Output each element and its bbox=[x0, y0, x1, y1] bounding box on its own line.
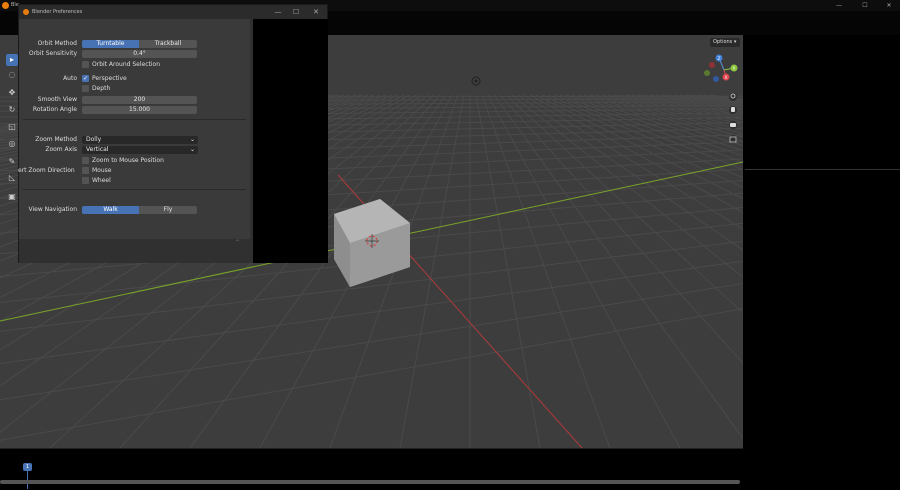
section-divider bbox=[23, 189, 246, 190]
auto-depth-checkbox[interactable] bbox=[82, 85, 89, 92]
auto-depth-label: Depth bbox=[92, 85, 111, 92]
preferences-empty-region bbox=[253, 19, 328, 263]
blender-logo-icon bbox=[23, 9, 29, 15]
invert-zoom-mouse-checkbox[interactable] bbox=[82, 167, 89, 174]
scale-icon[interactable]: ◱ bbox=[6, 121, 18, 133]
invert-zoom-direction-label: ert Zoom Direction bbox=[18, 167, 75, 174]
prefs-close-button[interactable]: ✕ bbox=[307, 7, 325, 17]
invert-zoom-wheel-checkbox[interactable] bbox=[82, 177, 89, 184]
orbit-around-selection-label: Orbit Around Selection bbox=[92, 61, 161, 68]
view-navigation-label: View Navigation bbox=[28, 206, 77, 213]
zoom-to-mouse-checkbox[interactable] bbox=[82, 157, 89, 164]
zoom-axis-value: Vertical bbox=[86, 146, 109, 153]
add-cube-icon[interactable]: ▣ bbox=[6, 191, 18, 203]
grid-icon[interactable] bbox=[729, 135, 737, 143]
prefs-maximize-button[interactable]: ☐ bbox=[287, 7, 305, 17]
orbit-around-selection-checkbox[interactable] bbox=[82, 61, 89, 68]
rotation-angle-label: Rotation Angle bbox=[32, 106, 77, 113]
maximize-button[interactable]: ☐ bbox=[852, 0, 878, 11]
smooth-view-label: Smooth View bbox=[37, 96, 77, 103]
zoom-method-dropdown[interactable]: Dolly ⌄ bbox=[82, 136, 198, 144]
rotation-angle-field[interactable]: 15.000 bbox=[82, 106, 197, 114]
orbit-method-label: Orbit Method bbox=[37, 40, 77, 47]
section-divider bbox=[23, 119, 246, 120]
chevron-up-icon[interactable]: ⌃ bbox=[235, 239, 240, 246]
auto-label: Auto bbox=[63, 75, 77, 82]
timeline-scrollbar[interactable] bbox=[0, 480, 740, 484]
orbit-trackball-option[interactable]: Trackball bbox=[139, 40, 197, 48]
zoom-axis-dropdown[interactable]: Vertical ⌄ bbox=[82, 146, 198, 154]
properties-panel[interactable] bbox=[745, 171, 900, 448]
zoom-method-label: Zoom Method bbox=[35, 136, 77, 143]
zoom-method-value: Dolly bbox=[86, 136, 102, 143]
timeline[interactable]: 1 bbox=[0, 448, 743, 490]
view-navigation-fly-option[interactable]: Fly bbox=[139, 206, 197, 214]
navigation-gizmo[interactable]: Z Y X bbox=[704, 54, 738, 83]
zoom-axis-label: Zoom Axis bbox=[45, 146, 77, 153]
preferences-navigation-section: Orbit Method Turntable Trackball Orbit S… bbox=[18, 19, 250, 239]
current-frame-marker[interactable]: 1 bbox=[23, 463, 32, 471]
chevron-down-icon: ⌄ bbox=[189, 136, 195, 143]
gizmo-z-label: Z bbox=[717, 56, 720, 62]
smooth-view-field[interactable]: 200 bbox=[82, 96, 197, 104]
minimize-button[interactable]: — bbox=[826, 0, 852, 11]
invert-zoom-mouse-label: Mouse bbox=[92, 167, 112, 174]
measure-icon[interactable]: ◺ bbox=[6, 172, 18, 184]
zoom-icon[interactable] bbox=[729, 93, 737, 101]
gizmo-y-label: Y bbox=[732, 66, 736, 72]
options-label: Options bbox=[713, 39, 733, 45]
invert-zoom-wheel-label: Wheel bbox=[92, 177, 111, 184]
auto-perspective-checkbox[interactable]: ✓ bbox=[82, 75, 89, 82]
hand-pan-icon[interactable] bbox=[729, 106, 737, 114]
light-icon[interactable] bbox=[471, 76, 481, 86]
preferences-window: Blender Preferences — ☐ ✕ Orbit Method T… bbox=[18, 4, 328, 263]
gizmo-neg-z-axis[interactable] bbox=[713, 76, 719, 82]
zoom-to-mouse-label: Zoom to Mouse Position bbox=[92, 157, 164, 164]
outliner-panel[interactable] bbox=[745, 35, 900, 170]
options-dropdown[interactable]: Options ▾ bbox=[710, 38, 740, 47]
auto-perspective-label: Perspective bbox=[92, 75, 127, 82]
orbit-sensitivity-field[interactable]: 0.4° bbox=[82, 50, 197, 58]
gizmo-neg-x-axis[interactable] bbox=[709, 62, 715, 68]
blender-logo-icon bbox=[2, 2, 9, 9]
annotate-icon[interactable]: ✎ bbox=[6, 156, 18, 168]
view-navigation-walk-option[interactable]: Walk bbox=[82, 206, 139, 214]
prefs-minimize-button[interactable]: — bbox=[269, 7, 287, 17]
orbit-sensitivity-label: Orbit Sensitivity bbox=[28, 50, 77, 57]
preferences-titlebar: Blender Preferences — ☐ ✕ bbox=[19, 5, 327, 19]
camera-icon[interactable] bbox=[729, 121, 737, 129]
gizmo-x-label: X bbox=[724, 75, 727, 81]
gizmo-neg-y-axis[interactable] bbox=[704, 70, 710, 76]
orbit-turntable-option[interactable]: Turntable bbox=[82, 40, 139, 48]
preferences-footer: ⌃ bbox=[19, 239, 253, 263]
preferences-title: Blender Preferences bbox=[32, 9, 83, 15]
close-button[interactable]: ✕ bbox=[876, 0, 900, 11]
chevron-down-icon: ⌄ bbox=[189, 146, 195, 153]
